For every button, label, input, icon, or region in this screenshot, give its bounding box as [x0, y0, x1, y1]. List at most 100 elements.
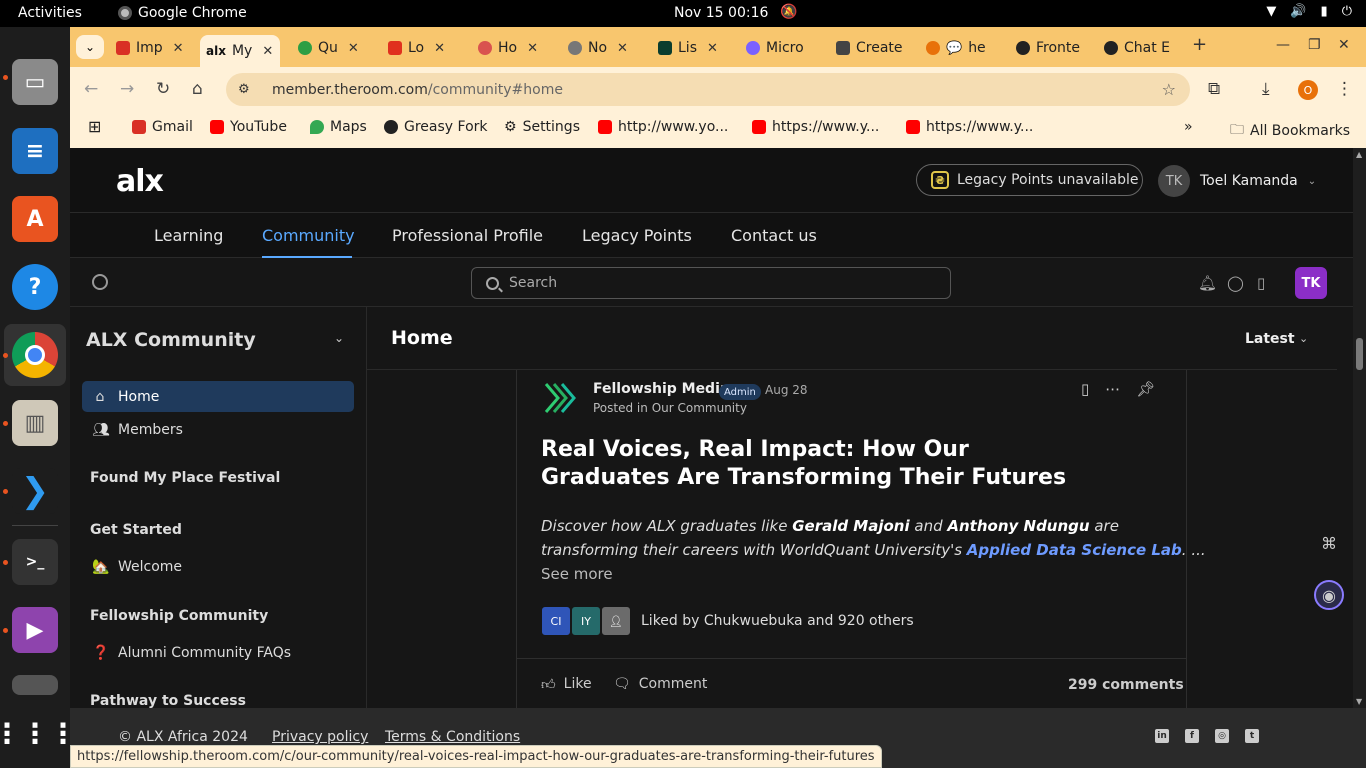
scroll-down-arrow-icon[interactable]: ▼ [1356, 697, 1362, 706]
browser-tab-active[interactable]: alx My ✕ [200, 35, 280, 67]
sidebar-item-alumni-faqs[interactable]: ❓ Alumni Community FAQs [82, 637, 354, 668]
tab-close-icon[interactable]: ✕ [262, 44, 273, 59]
back-button[interactable]: ← [84, 79, 98, 99]
pin-icon[interactable]: 📌︎ [1136, 380, 1155, 398]
user-menu[interactable]: TK Toel Kamanda ⌄ [1158, 165, 1316, 197]
tab-close-icon[interactable]: ✕ [173, 41, 184, 56]
notifications-bell-icon[interactable]: 🔔︎ [1198, 274, 1217, 292]
terminal-app-icon[interactable]: >_ [12, 539, 58, 585]
active-app-menu[interactable]: Google Chrome [118, 5, 247, 21]
software-center-icon[interactable]: A [12, 196, 58, 242]
linkedin-icon[interactable]: in [1155, 729, 1169, 743]
community-search-input[interactable]: Search [471, 267, 951, 299]
tab-close-icon[interactable]: ✕ [527, 41, 538, 56]
more-options-icon[interactable]: ⋯ [1105, 380, 1120, 398]
bookmark-icon[interactable]: ▯ [1081, 380, 1089, 398]
browser-tab[interactable]: Micro [746, 35, 826, 61]
sidebar-item-home[interactable]: ⌂ Home [82, 381, 354, 412]
browser-tab[interactable]: Chat E [1104, 35, 1184, 61]
liked-by-text[interactable]: Liked by Chukwuebuka and 920 others [641, 613, 914, 629]
grid-widget-icon[interactable]: ⌘ [1314, 528, 1344, 558]
facebook-icon[interactable]: f [1185, 729, 1199, 743]
sidebar-section-heading[interactable]: Found My Place Festival [90, 470, 280, 486]
writer-app-icon[interactable]: ≡ [12, 128, 58, 174]
all-bookmarks-button[interactable]: 🗀 All Bookmarks [1230, 119, 1350, 143]
comment-button[interactable]: 🗨︎ Comment [613, 676, 707, 692]
help-app-icon[interactable]: ? [12, 264, 58, 310]
forward-button[interactable]: → [120, 79, 134, 99]
apps-grid-icon[interactable]: ⊞ [88, 117, 101, 136]
chrome-dock-icon[interactable] [4, 324, 66, 386]
show-apps-icon[interactable]: ⋮⋮⋮ [0, 710, 77, 756]
sidebar-section-heading[interactable]: Pathway to Success [90, 693, 246, 708]
messages-icon[interactable]: ◯ [1227, 274, 1244, 292]
scrollbar-thumb[interactable] [1356, 338, 1363, 370]
excerpt-link[interactable]: Applied Data Science Lab [967, 541, 1182, 559]
reload-button[interactable]: ↻ [156, 79, 170, 99]
browser-tab[interactable]: Create [836, 35, 918, 61]
nav-learning[interactable]: Learning [154, 226, 223, 245]
profile-avatar[interactable]: O [1298, 80, 1318, 100]
system-clock[interactable]: Nov 15 00:16 [674, 5, 768, 21]
maximize-button[interactable]: ❐ [1308, 37, 1321, 53]
scroll-up-arrow-icon[interactable]: ▲ [1356, 150, 1362, 159]
sidebar-section-heading[interactable]: Fellowship Community [90, 608, 268, 624]
home-button[interactable]: ⌂ [192, 79, 203, 99]
bookmark-item[interactable]: YouTube [210, 119, 287, 135]
see-more-link[interactable]: See more [541, 565, 613, 583]
bookmark-item[interactable]: https://www.y... [752, 119, 879, 135]
comments-count[interactable]: 299 comments [1068, 677, 1184, 693]
posted-in-space-link[interactable]: Our Community [652, 401, 747, 415]
more-bookmarks-chevron-icon[interactable]: » [1184, 119, 1193, 135]
extensions-icon[interactable]: ⧉ [1208, 79, 1220, 99]
post-author[interactable]: Fellowship Media [593, 381, 729, 397]
nav-legacy-points[interactable]: Legacy Points [582, 226, 692, 245]
tab-close-icon[interactable]: ✕ [434, 41, 445, 56]
activities-button[interactable]: Activities [18, 5, 82, 21]
chevron-down-icon[interactable]: ⌄ [334, 331, 344, 345]
browser-tab[interactable]: Lis ✕ [658, 35, 736, 61]
browser-tab[interactable]: No ✕ [568, 35, 646, 61]
browser-tab[interactable]: Imp ✕ [116, 35, 194, 61]
twitter-icon[interactable]: t [1245, 729, 1259, 743]
close-window-button[interactable]: ✕ [1338, 37, 1350, 53]
files-app-icon[interactable]: ▭ [12, 59, 58, 105]
browser-tab[interactable]: Lo ✕ [388, 35, 466, 61]
community-menu-icon[interactable] [92, 274, 108, 290]
chrome-menu-icon[interactable]: ⋮ [1336, 79, 1353, 99]
bookmark-item[interactable]: Gmail [132, 119, 193, 135]
legacy-points-pill[interactable]: ₴ Legacy Points unavailable [916, 164, 1143, 196]
tab-close-icon[interactable]: ✕ [617, 41, 628, 56]
community-profile-badge[interactable]: TK [1295, 267, 1327, 299]
browser-tab[interactable]: 💬 he [926, 35, 1004, 61]
archive-app-icon[interactable]: ▥ [12, 400, 58, 446]
vscode-app-icon[interactable]: ❯ [12, 468, 58, 514]
downloads-icon[interactable]: ⤓ [1262, 79, 1270, 99]
bookmark-item[interactable]: Maps [310, 119, 367, 135]
page-scrollbar[interactable]: ▲ ▼ [1353, 148, 1366, 708]
nav-professional-profile[interactable]: Professional Profile [392, 226, 543, 245]
post-date[interactable]: Aug 28 [765, 383, 808, 397]
alx-logo[interactable]: alx [116, 164, 164, 199]
like-button[interactable]: 👍︎ Like [541, 676, 592, 693]
instagram-icon[interactable]: ◎ [1215, 729, 1229, 743]
sidebar-section-heading[interactable]: Get Started [90, 522, 182, 538]
bookmark-star-icon[interactable]: ☆ [1162, 80, 1176, 99]
tab-close-icon[interactable]: ✕ [707, 41, 718, 56]
sidebar-item-welcome[interactable]: 🏡 Welcome [82, 551, 354, 582]
terms-link[interactable]: Terms & Conditions [385, 729, 520, 745]
bookmark-item[interactable]: ⚙ Settings [504, 119, 580, 135]
system-tray[interactable]: ▼ 🔊 ▮ ⏻ [1266, 4, 1352, 19]
sidebar-item-members[interactable]: 👥︎ Members [82, 414, 354, 445]
media-player-icon[interactable]: ▶ [12, 607, 58, 653]
nav-contact-us[interactable]: Contact us [731, 226, 817, 245]
post-title[interactable]: Real Voices, Real Impact: How Our Gradua… [541, 436, 1101, 492]
bookmark-item[interactable]: Greasy Fork [384, 119, 488, 135]
liker-avatars[interactable]: CI IY 👤︎ [541, 606, 631, 636]
sort-dropdown[interactable]: Latest [1245, 331, 1295, 347]
privacy-policy-link[interactable]: Privacy policy [272, 729, 368, 745]
address-bar[interactable]: ⚙ member.theroom.com/community#home ☆ [226, 73, 1190, 106]
bookmark-item[interactable]: https://www.y... [906, 119, 1033, 135]
browser-tab[interactable]: Ho ✕ [478, 35, 556, 61]
chevron-down-icon[interactable]: ⌄ [1299, 332, 1308, 345]
